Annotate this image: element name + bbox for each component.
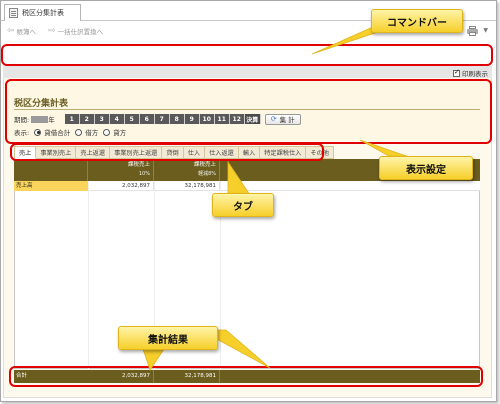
grid-line <box>88 181 89 369</box>
cell-value: 2,032,897 <box>88 181 154 191</box>
month-button[interactable]: 8 <box>169 114 185 124</box>
back-arrow-icon: ⇦ <box>7 26 15 36</box>
tab-sales-returns-by-business[interactable]: 事業別売上返還 <box>110 146 163 159</box>
replace-arrow-icon: ⇨ <box>48 26 56 36</box>
total-label: 合計 <box>16 373 28 379</box>
wrap-display-checkbox[interactable] <box>453 68 460 77</box>
callout-tabs: タブ <box>212 193 274 217</box>
total-value: 2,032,897 <box>88 370 154 383</box>
month-button[interactable]: 5 <box>124 114 140 124</box>
radio-label: 借方 <box>85 129 99 137</box>
print-icon[interactable] <box>467 26 478 36</box>
to-ledger-label: 帳簿へ <box>16 28 37 36</box>
tab-sales-by-business[interactable]: 事業別売上 <box>36 146 77 159</box>
header-sub: 軽減8% <box>198 171 216 177</box>
total-row: 合計 2,032,897 32,178,981 <box>14 370 480 383</box>
period-selector: 期間: 年 1 2 3 4 5 6 7 8 9 10 11 12 決算 ⟳ 集 … <box>14 113 301 125</box>
month-button[interactable]: 9 <box>184 114 200 124</box>
calculate-button[interactable]: ⟳ 集 計 <box>264 113 301 125</box>
radio-credit[interactable] <box>103 128 111 136</box>
bulk-replace-label: 一括仕訳置換へ <box>57 28 104 36</box>
header-cell-label <box>14 159 88 181</box>
header-sub: 10% <box>138 171 150 177</box>
radio-debit-credit-total[interactable] <box>34 128 42 136</box>
document-tab[interactable]: 税区分集計表 <box>4 4 81 21</box>
title-divider <box>14 109 480 110</box>
year-field[interactable] <box>31 115 49 123</box>
tab-specified-taxable-purchases[interactable]: 特定課税仕入 <box>260 146 307 159</box>
month-buttons: 1 2 3 4 5 6 7 8 9 10 11 12 決算 <box>64 114 261 124</box>
chevron-down-icon[interactable]: ▼ <box>483 27 488 34</box>
display-label: 表示: <box>14 129 30 137</box>
wrap-display-toggle[interactable]: 印刷表示 <box>453 68 488 78</box>
category-tabs: 売上 事業別売上 売上返還 事業別売上返還 貸倒 仕入 仕入返還 輸入 特定課税… <box>14 146 334 159</box>
refresh-icon: ⟳ <box>270 115 277 123</box>
document-icon <box>9 8 18 18</box>
month-button[interactable]: 6 <box>139 114 155 124</box>
wrap-display-label: 印刷表示 <box>462 70 488 78</box>
header-label: 課税売上 <box>127 162 150 168</box>
page-title: 税区分集計表 <box>14 99 69 109</box>
to-ledger-button[interactable]: ⇦ 帳簿へ <box>7 26 36 36</box>
final-settlement-button[interactable]: 決算 <box>244 114 261 124</box>
month-button[interactable]: 7 <box>154 114 170 124</box>
callout-display-settings: 表示設定 <box>379 156 473 180</box>
tab-purchase-returns[interactable]: 仕入返還 <box>205 146 239 159</box>
cell-value: 32,178,981 <box>154 181 220 191</box>
month-button[interactable]: 3 <box>94 114 110 124</box>
document-tab-label: 税区分集計表 <box>22 9 64 17</box>
header-label: 課税売上 <box>193 162 216 168</box>
callout-command-bar: コマンドバー <box>371 9 463 33</box>
tab-other[interactable]: その他 <box>306 146 334 159</box>
total-value: 32,178,981 <box>154 370 220 383</box>
tab-sales[interactable]: 売上 <box>14 146 37 159</box>
header-cell-taxable-10: 課税売上 10% <box>88 159 154 181</box>
month-button[interactable]: 10 <box>199 114 215 124</box>
year-suffix: 年 <box>48 116 55 124</box>
row-label: 売上高 <box>14 181 88 191</box>
callout-results: 集計結果 <box>118 326 218 350</box>
radio-debit[interactable] <box>75 128 83 136</box>
tab-purchases[interactable]: 仕入 <box>183 146 206 159</box>
month-button[interactable]: 4 <box>109 114 125 124</box>
table-row[interactable]: 売上高 2,032,897 32,178,981 <box>14 181 480 191</box>
display-mode-selector: 表示: 貸借合計 借方 貸方 <box>14 127 126 137</box>
month-button[interactable]: 12 <box>229 114 245 124</box>
bulk-replace-button[interactable]: ⇨ 一括仕訳置換へ <box>48 26 103 36</box>
calculate-label: 集 計 <box>279 116 295 124</box>
radio-label: 貸借合計 <box>44 129 71 137</box>
radio-label: 貸方 <box>113 129 127 137</box>
tab-bad-debt[interactable]: 貸倒 <box>162 146 184 159</box>
month-button[interactable]: 11 <box>214 114 230 124</box>
header-cell-taxable-8: 課税売上 軽減8% <box>154 159 220 181</box>
tab-imports[interactable]: 輸入 <box>238 146 261 159</box>
options-band <box>3 66 492 78</box>
month-button[interactable]: 1 <box>64 114 80 124</box>
tab-sales-returns[interactable]: 売上返還 <box>76 146 111 159</box>
month-button[interactable]: 2 <box>79 114 95 124</box>
period-label: 期間: <box>14 116 30 124</box>
